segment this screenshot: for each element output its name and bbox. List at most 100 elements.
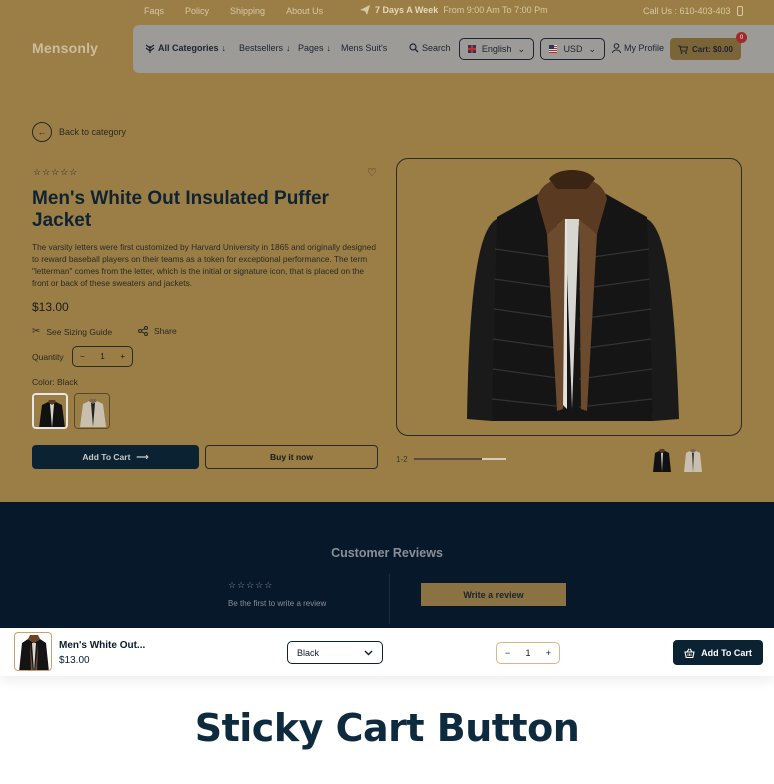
cart-button[interactable]: Cart: $0.00 <box>670 38 741 60</box>
promo-bold: 7 Days A Week <box>375 5 439 15</box>
sizing-guide-link[interactable]: ✂ See Sizing Guide <box>32 326 112 337</box>
variant-value: Black <box>297 647 320 658</box>
plus-icon[interactable]: + <box>120 352 125 361</box>
quantity-label: Quantity <box>32 352 64 362</box>
beige-jacket-thumbnail <box>75 394 109 428</box>
sticky-quantity-value[interactable]: 1 <box>525 648 530 658</box>
sticky-add-to-cart-button[interactable]: Add To Cart <box>673 640 763 665</box>
nav-bestsellers[interactable]: Bestsellers ↓ <box>239 43 291 53</box>
send-icon <box>360 5 370 15</box>
arrow-down-icon: ↓ <box>326 43 332 53</box>
all-categories-menu[interactable]: All Categories ↓ <box>145 43 226 53</box>
top-bar: Faqs Policy Shipping About Us 7 Days A W… <box>0 0 774 22</box>
sticky-product-name: Men's White Out... <box>59 640 146 651</box>
back-label: Back to category <box>59 127 127 137</box>
black-jacket-thumbnail <box>653 449 671 472</box>
reviews-empty-note: Be the first to write a review <box>228 599 327 608</box>
add-to-cart-button[interactable]: Add To Cart ⟶ <box>32 445 199 469</box>
product-title: Men's White Out Insulated Puffer Jacket <box>32 188 329 231</box>
nav-mens-suits-label: Mens Suit's <box>341 43 388 53</box>
leaf-icon <box>145 44 155 53</box>
search-button[interactable]: Search <box>409 43 451 53</box>
share-link[interactable]: Share <box>138 326 177 336</box>
main-nav: All Categories ↓ Bestsellers ↓ Pages ↓ M… <box>133 25 774 73</box>
sizing-guide-label: See Sizing Guide <box>46 326 113 337</box>
write-review-button[interactable]: Write a review <box>421 583 566 606</box>
my-profile-link[interactable]: My Profile <box>612 43 664 53</box>
sticky-add-to-cart-label: Add To Cart <box>701 647 752 658</box>
language-value: English <box>481 44 512 54</box>
top-links: Faqs Policy Shipping About Us <box>144 6 323 16</box>
beige-jacket-thumbnail <box>684 449 702 472</box>
puffer-jacket-image <box>467 170 679 421</box>
buy-now-button[interactable]: Buy it now <box>205 445 378 469</box>
nav-pages[interactable]: Pages ↓ <box>298 43 331 53</box>
brand-logo[interactable]: Mensonly <box>32 40 98 56</box>
promo-message: 7 Days A Week From 9:00 Am To 7:00 Pm <box>360 5 548 15</box>
nav-pages-label: Pages <box>298 43 324 53</box>
quantity-stepper: − 1 + <box>72 346 133 367</box>
black-jacket-thumbnail <box>19 635 49 670</box>
reviews-title: Customer Reviews <box>331 546 443 560</box>
call-us[interactable]: Call Us : 610-403-403 <box>643 6 743 16</box>
arrow-left-icon: ← <box>32 122 52 142</box>
slide-progress-bar <box>414 458 506 460</box>
my-profile-label: My Profile <box>624 43 665 53</box>
chevron-down-icon: ⌄ <box>517 43 525 54</box>
gallery-thumb-black[interactable] <box>651 448 673 472</box>
arrow-down-icon: ↓ <box>286 43 291 53</box>
chevron-down-icon: ⌄ <box>588 43 596 54</box>
uk-flag-icon <box>468 45 476 53</box>
color-swatch-black[interactable] <box>32 393 68 429</box>
currency-select[interactable]: USD ⌄ <box>540 38 605 60</box>
currency-value: USD <box>563 44 583 54</box>
promo-text: From 9:00 Am To 7:00 Pm <box>443 5 548 15</box>
sticky-cart-bar: Men's White Out... $13.00 Black − 1 + Ad… <box>0 628 774 676</box>
search-icon <box>409 43 419 53</box>
black-jacket-thumbnail <box>34 395 66 427</box>
product-main-image[interactable] <box>396 158 742 436</box>
user-icon <box>612 43 621 53</box>
color-swatch-beige[interactable] <box>74 393 110 429</box>
language-select[interactable]: English ⌄ <box>459 38 534 60</box>
minus-icon[interactable]: − <box>505 648 510 658</box>
sticky-product-price: $13.00 <box>59 655 90 666</box>
product-price: $13.00 <box>32 300 69 314</box>
call-text: Call Us : 610-403-403 <box>643 6 731 16</box>
top-link-about[interactable]: About Us <box>286 6 323 16</box>
gallery-thumb-beige[interactable] <box>682 448 704 472</box>
add-to-cart-label: Add To Cart <box>82 452 131 462</box>
back-to-category-link[interactable]: ← Back to category <box>32 122 126 142</box>
top-link-faqs[interactable]: Faqs <box>144 6 164 16</box>
cart-count-badge: 0 <box>736 32 747 43</box>
reviews-stars: ☆☆☆☆☆ <box>228 580 274 590</box>
top-link-policy[interactable]: Policy <box>185 6 209 16</box>
arrow-down-icon: ↓ <box>221 43 227 53</box>
all-categories-label: All Categories <box>158 43 219 53</box>
share-label: Share <box>154 326 177 336</box>
minus-icon[interactable]: − <box>80 352 85 361</box>
nav-bestsellers-label: Bestsellers <box>239 43 284 53</box>
quantity-value[interactable]: 1 <box>100 352 104 361</box>
product-page-overlay: Faqs Policy Shipping About Us 7 Days A W… <box>0 0 774 502</box>
product-description: The varsity letters were first customize… <box>32 242 377 288</box>
basket-icon <box>684 648 695 658</box>
search-label: Search <box>422 43 451 53</box>
chevron-down-icon <box>364 650 373 655</box>
sticky-product-thumbnail <box>14 632 52 671</box>
nav-mens-suits[interactable]: Mens Suit's <box>341 43 387 53</box>
plus-icon[interactable]: + <box>546 648 551 658</box>
reviews-divider <box>389 574 390 624</box>
top-link-shipping[interactable]: Shipping <box>230 6 265 16</box>
variant-select[interactable]: Black <box>287 641 383 664</box>
cart-icon <box>678 45 689 54</box>
slide-counter: 1-2 <box>396 455 408 464</box>
rating-stars: ☆☆☆☆☆ <box>33 167 79 177</box>
cart-label: Cart: $0.00 <box>692 44 733 54</box>
slide-progress-fill <box>482 458 506 460</box>
phone-icon <box>736 6 743 16</box>
feature-caption: Sticky Cart Button <box>194 706 580 750</box>
wishlist-heart-icon[interactable]: ♡ <box>367 166 377 179</box>
share-icon <box>138 326 148 336</box>
us-flag-icon <box>549 45 558 53</box>
